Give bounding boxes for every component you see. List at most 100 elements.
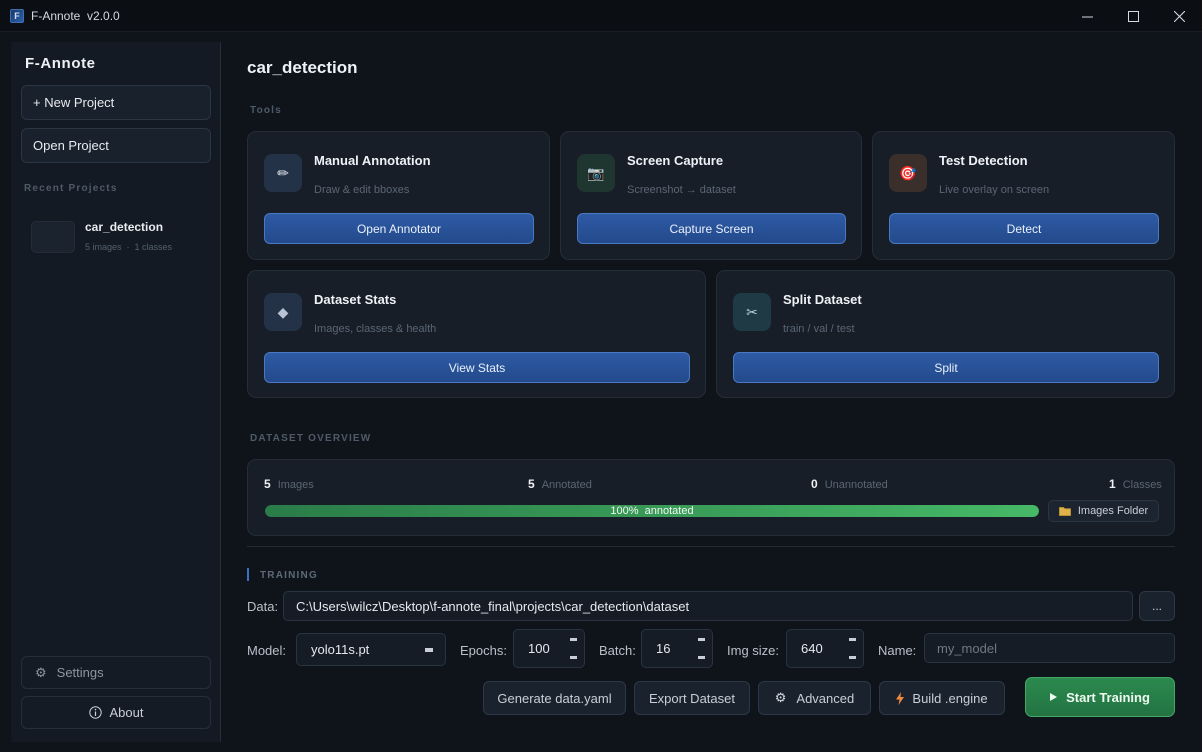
model-select[interactable]: yolo11s.pt	[296, 633, 446, 666]
stat-annotated: 5 Annotated	[528, 477, 592, 491]
stat-annotated-label: Annotated	[541, 479, 592, 491]
recent-project-item[interactable]: car_detection 5 images · 1 classes	[31, 220, 211, 254]
tool-subtitle: train / val / test	[783, 323, 855, 335]
tool-subtitle: Images, classes & health	[314, 323, 437, 335]
close-icon[interactable]	[1156, 0, 1202, 32]
recent-project-name: car_detection	[85, 220, 164, 234]
advanced-button[interactable]: ⚙ Advanced	[758, 681, 871, 715]
build-engine-button[interactable]: Build .engine	[879, 681, 1005, 715]
app-logo-icon: F	[10, 8, 24, 23]
start-training-button[interactable]: Start Training	[1025, 677, 1175, 717]
lightning-icon	[896, 691, 905, 705]
model-name-input[interactable]: my_model	[924, 633, 1175, 663]
tool-card-test-detection: 🎯 Test Detection Live overlay on screen …	[872, 131, 1175, 260]
imgsize-label: Img size:	[727, 643, 780, 658]
tool-title: Manual Annotation	[314, 153, 431, 168]
stat-annotated-value: 5	[528, 477, 535, 491]
imgsize-value: 640	[801, 641, 823, 656]
title-bar: F F-Annote v2.0.0	[0, 0, 1202, 32]
spin-arrows-icon[interactable]	[698, 638, 706, 659]
recent-project-meta: 5 images · 1 classes	[85, 242, 173, 252]
stat-images-label: Images	[277, 479, 314, 491]
tool-title: Test Detection	[939, 153, 1028, 168]
training-section-label: TRAINING	[260, 570, 318, 581]
data-path-input[interactable]: C:\Users\wilcz\Desktop\f-annote_final\pr…	[283, 591, 1133, 621]
batch-label: Batch:	[599, 643, 636, 658]
info-icon	[88, 706, 102, 719]
detect-button[interactable]: Detect	[889, 213, 1159, 244]
browse-button[interactable]: ...	[1139, 591, 1175, 621]
stat-classes: 1 Classes	[1109, 477, 1162, 491]
camera-icon: 📷	[577, 154, 615, 192]
stat-unannotated-label: Unannotated	[824, 479, 888, 491]
recent-projects-label: Recent Projects	[24, 183, 118, 194]
tool-title: Dataset Stats	[314, 292, 397, 307]
imgsize-spinbox[interactable]: 640	[786, 629, 864, 668]
model-select-value: yolo11s.pt	[311, 642, 370, 657]
annotation-progress-text: 100% annotated	[610, 505, 694, 517]
training-accent-bar	[247, 568, 249, 581]
epochs-value: 100	[528, 641, 550, 656]
annotation-progress-bar: 100% annotated	[265, 505, 1039, 517]
tool-subtitle: Draw & edit bboxes	[314, 184, 410, 196]
about-button[interactable]: About	[21, 696, 211, 729]
tool-title: Split Dataset	[783, 292, 862, 307]
play-icon	[1050, 693, 1058, 701]
stat-classes-value: 1	[1109, 477, 1116, 491]
name-label: Name:	[878, 643, 917, 658]
about-label: About	[109, 705, 144, 720]
gear-icon: ⚙	[774, 690, 787, 705]
tool-card-manual-annotation: ✏ Manual Annotation Draw & edit bboxes O…	[247, 131, 550, 260]
spin-arrows-icon[interactable]	[849, 638, 857, 659]
stat-images: 5 Images	[264, 477, 314, 491]
epochs-spinbox[interactable]: 100	[513, 629, 585, 668]
settings-button[interactable]: ⚙ Settings	[21, 656, 211, 689]
generate-yaml-button[interactable]: Generate data.yaml	[483, 681, 626, 715]
target-icon: 🎯	[889, 154, 927, 192]
scissors-icon: ✂	[733, 293, 771, 331]
stat-classes-label: Classes	[1122, 479, 1162, 491]
sidebar: F-Annote + New Project Open Project Rece…	[11, 42, 221, 742]
tool-title: Screen Capture	[627, 153, 724, 168]
tool-card-dataset-stats: ◆ Dataset Stats Images, classes & health…	[247, 270, 706, 398]
gear-icon: ⚙	[35, 664, 47, 680]
images-folder-button[interactable]: Images Folder	[1048, 500, 1159, 522]
tool-subtitle: Live overlay on screen	[939, 184, 1050, 196]
open-project-button[interactable]: Open Project	[21, 128, 211, 163]
stat-unannotated-value: 0	[811, 477, 818, 491]
dataset-overview-panel: 5 Images 5 Annotated 0 Unannotated 1 Classes…	[247, 459, 1175, 536]
folder-icon	[1058, 506, 1071, 516]
section-divider	[247, 546, 1175, 547]
pencil-icon: ✏	[264, 154, 302, 192]
view-stats-button[interactable]: View Stats	[264, 352, 690, 383]
dropdown-icon	[425, 648, 433, 652]
minimize-icon[interactable]	[1064, 0, 1110, 32]
epochs-label: Epochs:	[460, 643, 507, 658]
data-label: Data:	[247, 599, 279, 614]
capture-screen-button[interactable]: Capture Screen	[577, 213, 846, 244]
build-engine-label: Build .engine	[912, 690, 988, 706]
tool-card-screen-capture: 📷 Screen Capture Screenshot → dataset Ca…	[560, 131, 862, 260]
maximize-icon[interactable]	[1110, 0, 1156, 32]
batch-spinbox[interactable]: 16	[641, 629, 713, 668]
export-dataset-button[interactable]: Export Dataset	[634, 681, 750, 715]
tool-card-split-dataset: ✂ Split Dataset train / val / test Split	[716, 270, 1175, 398]
model-label: Model:	[247, 643, 287, 658]
stat-unannotated: 0 Unannotated	[811, 477, 888, 491]
settings-label: Settings	[56, 665, 104, 680]
open-annotator-button[interactable]: Open Annotator	[264, 213, 534, 244]
batch-value: 16	[656, 641, 671, 656]
recent-project-thumbnail	[31, 221, 75, 253]
new-project-button[interactable]: + New Project	[21, 85, 211, 120]
tools-section-label: Tools	[250, 105, 282, 116]
diamond-icon: ◆	[264, 293, 302, 331]
advanced-label: Advanced	[796, 690, 855, 706]
images-folder-label: Images Folder	[1077, 505, 1149, 517]
tool-subtitle: Screenshot → dataset	[627, 184, 736, 196]
sidebar-brand: F-Annote	[25, 55, 96, 72]
page-title: car_detection	[247, 58, 358, 77]
spin-arrows-icon[interactable]	[570, 638, 578, 659]
start-training-label: Start Training	[1066, 689, 1150, 705]
split-button[interactable]: Split	[733, 352, 1159, 383]
window-title: F-Annote v2.0.0	[31, 8, 120, 23]
